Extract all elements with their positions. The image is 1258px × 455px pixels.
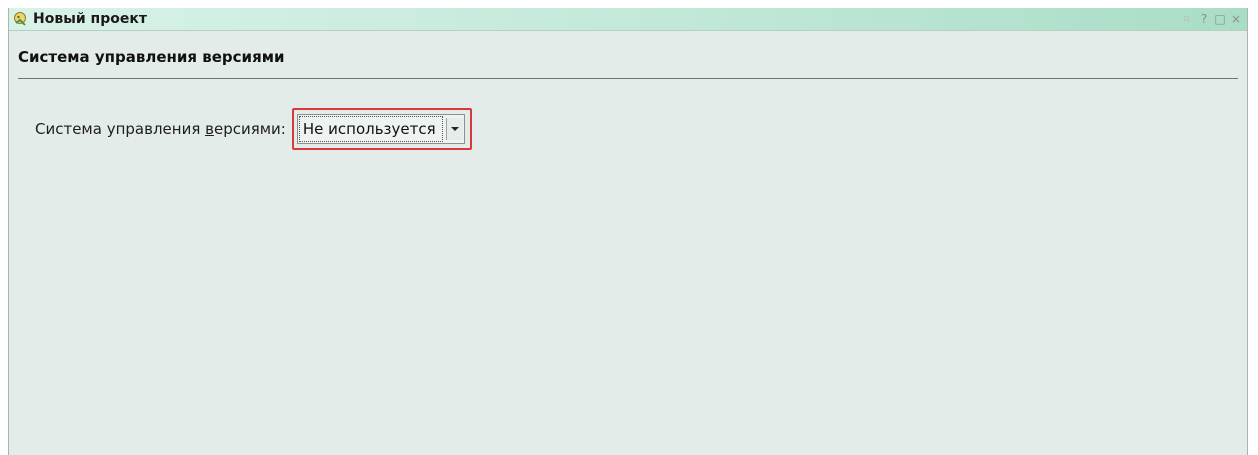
page-header: Система управления версиями <box>9 30 1247 80</box>
dropdown-arrow-icon[interactable] <box>445 118 463 140</box>
vcs-field-label: Система управления версиями: <box>35 120 286 138</box>
vcs-label-end: ерсиями: <box>213 120 286 138</box>
close-button[interactable]: × <box>1229 11 1243 27</box>
new-project-dialog: Новый проект ? □ × Система управления ве… <box>8 8 1248 455</box>
vcs-combo-highlight: Не используется <box>291 108 472 150</box>
window-title: Новый проект <box>33 11 147 27</box>
vcs-label-start: Система управления <box>35 120 206 138</box>
window-controls: ? □ × <box>1179 10 1243 28</box>
window-menu-icon[interactable] <box>1181 11 1195 27</box>
page-title: Система управления версиями <box>18 48 285 66</box>
help-button[interactable]: ? <box>1197 11 1211 27</box>
vcs-field-row: Система управления версиями: Не использу… <box>35 108 472 150</box>
vcs-select-value: Не используется <box>298 116 443 142</box>
title-bar[interactable]: Новый проект ? □ × <box>9 8 1247 31</box>
header-divider <box>18 78 1238 79</box>
vcs-label-mnemonic: в <box>205 120 214 138</box>
vcs-select[interactable]: Не используется <box>296 114 465 144</box>
app-icon <box>13 11 29 27</box>
maximize-button[interactable]: □ <box>1213 11 1227 27</box>
